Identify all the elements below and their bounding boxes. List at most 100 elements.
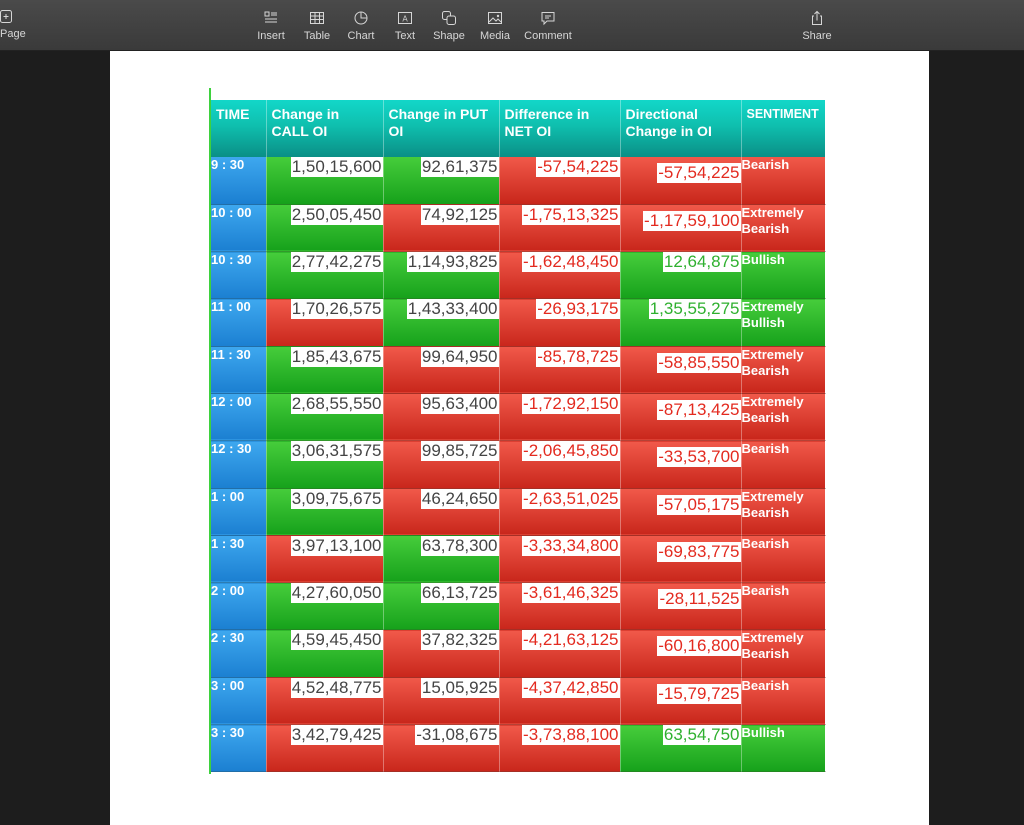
time-cell[interactable]: 11 : 30 — [211, 346, 267, 394]
call-oi-value: 3,42,79,425 — [290, 725, 383, 746]
sentiment-cell[interactable]: Extremely Bearish — [741, 204, 826, 253]
call-oi-cell[interactable]: 4,27,60,050 — [266, 582, 384, 631]
time-cell[interactable]: 12 : 30 — [211, 440, 267, 489]
diff-oi-value: -1,75,13,325 — [522, 204, 620, 225]
call-oi-value: 3,06,31,575 — [290, 441, 383, 462]
diff-oi-cell[interactable]: -1,62,48,450 — [499, 251, 621, 300]
sentiment-cell[interactable]: Extremely Bearish — [741, 629, 826, 678]
time-cell[interactable]: 10 : 00 — [211, 204, 267, 253]
sentiment-cell[interactable]: Bearish — [741, 440, 826, 489]
call-oi-cell[interactable]: 4,52,48,775 — [266, 677, 384, 726]
diff-oi-cell[interactable]: -4,37,42,850 — [499, 677, 621, 726]
comment-label: Comment — [524, 30, 572, 42]
time-cell[interactable]: 3 : 30 — [211, 724, 267, 773]
header-directional-oi[interactable]: Directional Change in OI — [620, 100, 742, 157]
time-cell[interactable]: 9 : 30 — [211, 157, 267, 205]
call-oi-cell[interactable]: 3,09,75,675 — [266, 488, 384, 536]
diff-oi-cell[interactable]: -1,75,13,325 — [499, 204, 621, 253]
sentiment-cell[interactable]: Bearish — [741, 582, 826, 631]
sentiment-cell[interactable]: Bearish — [741, 157, 826, 205]
dir-oi-cell[interactable]: -58,85,550 — [620, 346, 742, 394]
put-oi-value: 66,13,725 — [420, 583, 499, 604]
put-oi-cell[interactable]: 99,85,725 — [383, 440, 500, 489]
dir-oi-cell[interactable]: -57,54,225 — [620, 157, 742, 205]
sentiment-cell[interactable]: Bearish — [741, 677, 826, 726]
media-button[interactable]: Media — [465, 10, 525, 42]
put-oi-cell[interactable]: 15,05,925 — [383, 677, 500, 726]
diff-oi-value: -1,62,48,450 — [522, 252, 620, 273]
call-oi-cell[interactable]: 2,77,42,275 — [266, 251, 384, 300]
time-cell[interactable]: 2 : 30 — [211, 629, 267, 678]
header-net-oi[interactable]: Difference in NET OI — [499, 100, 621, 157]
call-oi-cell[interactable]: 3,06,31,575 — [266, 440, 384, 489]
call-oi-cell[interactable]: 1,85,43,675 — [266, 346, 384, 394]
header-time[interactable]: TIME — [211, 100, 267, 157]
diff-oi-cell[interactable]: -85,78,725 — [499, 346, 621, 394]
sentiment-cell[interactable]: Extremely Bullish — [741, 298, 826, 347]
put-oi-cell[interactable]: 66,13,725 — [383, 582, 500, 631]
time-cell[interactable]: 11 : 00 — [211, 298, 267, 347]
call-oi-value: 2,50,05,450 — [290, 204, 383, 225]
put-oi-cell[interactable]: 46,24,650 — [383, 488, 500, 536]
comment-button[interactable]: Comment — [518, 10, 578, 42]
put-oi-cell[interactable]: -31,08,675 — [383, 724, 500, 773]
sentiment-cell[interactable]: Extremely Bearish — [741, 488, 826, 536]
dir-oi-cell[interactable]: -69,83,775 — [620, 535, 742, 584]
sentiment-cell[interactable]: Extremely Bearish — [741, 346, 826, 394]
put-oi-cell[interactable]: 1,14,93,825 — [383, 251, 500, 300]
diff-oi-cell[interactable]: -2,63,51,025 — [499, 488, 621, 536]
dir-oi-cell[interactable]: -33,53,700 — [620, 440, 742, 489]
time-cell[interactable]: 3 : 00 — [211, 677, 267, 726]
put-oi-cell[interactable]: 95,63,400 — [383, 393, 500, 442]
oi-table[interactable]: TIME Change in CALL OI Change in PUT OI … — [211, 100, 826, 773]
share-button[interactable]: Share — [787, 10, 847, 42]
sentiment-cell[interactable]: Extremely Bearish — [741, 393, 826, 442]
diff-oi-cell[interactable]: -4,21,63,125 — [499, 629, 621, 678]
header-put-oi[interactable]: Change in PUT OI — [383, 100, 500, 157]
dir-oi-cell[interactable]: -87,13,425 — [620, 393, 742, 442]
sentiment-cell[interactable]: Bullish — [741, 724, 826, 773]
diff-oi-cell[interactable]: -3,33,34,800 — [499, 535, 621, 584]
time-cell[interactable]: 12 : 00 — [211, 393, 267, 442]
diff-oi-cell[interactable]: -1,72,92,150 — [499, 393, 621, 442]
call-oi-cell[interactable]: 1,50,15,600 — [266, 157, 384, 205]
dir-oi-cell[interactable]: -15,79,725 — [620, 677, 742, 726]
diff-oi-cell[interactable]: -57,54,225 — [499, 157, 621, 205]
dir-oi-cell[interactable]: -60,16,800 — [620, 629, 742, 678]
call-oi-cell[interactable]: 2,50,05,450 — [266, 204, 384, 253]
dir-oi-cell[interactable]: -28,11,525 — [620, 582, 742, 631]
dir-oi-cell[interactable]: -1,17,59,100 — [620, 204, 742, 253]
dir-oi-cell[interactable]: -57,05,175 — [620, 488, 742, 536]
call-oi-cell[interactable]: 4,59,45,450 — [266, 629, 384, 678]
time-cell[interactable]: 10 : 30 — [211, 251, 267, 300]
sentiment-cell[interactable]: Bullish — [741, 251, 826, 300]
dir-oi-cell[interactable]: 1,35,55,275 — [620, 298, 742, 347]
call-oi-cell[interactable]: 3,42,79,425 — [266, 724, 384, 773]
dir-oi-cell[interactable]: 63,54,750 — [620, 724, 742, 773]
diff-oi-cell[interactable]: -2,06,45,850 — [499, 440, 621, 489]
time-cell[interactable]: 1 : 00 — [211, 488, 267, 536]
header-sentiment[interactable]: SENTIMENT — [741, 100, 826, 157]
call-oi-cell[interactable]: 3,97,13,100 — [266, 535, 384, 584]
header-call-oi[interactable]: Change in CALL OI — [266, 100, 384, 157]
call-oi-cell[interactable]: 1,70,26,575 — [266, 298, 384, 347]
put-oi-cell[interactable]: 92,61,375 — [383, 157, 500, 205]
put-oi-cell[interactable]: 63,78,300 — [383, 535, 500, 584]
call-oi-cell[interactable]: 2,68,55,550 — [266, 393, 384, 442]
time-cell[interactable]: 2 : 00 — [211, 582, 267, 631]
put-oi-value: 1,14,93,825 — [406, 252, 499, 273]
put-oi-value: 99,64,950 — [420, 346, 499, 367]
diff-oi-value: -2,06,45,850 — [522, 441, 620, 462]
put-oi-cell[interactable]: 99,64,950 — [383, 346, 500, 394]
sentiment-cell[interactable]: Bearish — [741, 535, 826, 584]
put-oi-cell[interactable]: 74,92,125 — [383, 204, 500, 253]
put-oi-cell[interactable]: 1,43,33,400 — [383, 298, 500, 347]
diff-oi-cell[interactable]: -3,61,46,325 — [499, 582, 621, 631]
diff-oi-cell[interactable]: -3,73,88,100 — [499, 724, 621, 773]
time-cell[interactable]: 1 : 30 — [211, 535, 267, 584]
page-button[interactable]: Page — [0, 10, 26, 40]
diff-oi-value: -57,54,225 — [536, 157, 620, 177]
diff-oi-cell[interactable]: -26,93,175 — [499, 298, 621, 347]
dir-oi-cell[interactable]: 12,64,875 — [620, 251, 742, 300]
put-oi-cell[interactable]: 37,82,325 — [383, 629, 500, 678]
